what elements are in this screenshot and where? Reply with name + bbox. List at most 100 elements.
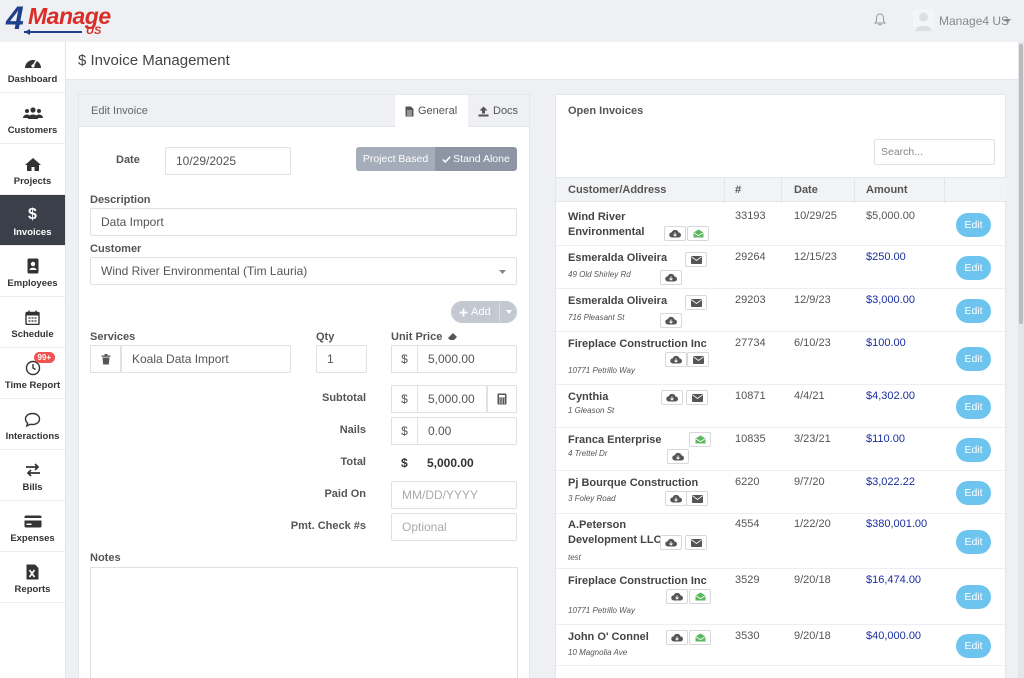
edit-invoice-button[interactable]: Edit xyxy=(956,530,991,554)
brand-logo[interactable]: 4 Manage US xyxy=(6,0,116,40)
sidebar-item-expenses[interactable]: Expenses xyxy=(0,501,65,552)
invoice-amount[interactable]: $100.00 xyxy=(866,337,906,349)
invoice-amount[interactable]: $250.00 xyxy=(866,251,906,263)
sidebar-item-interactions[interactable]: Interactions xyxy=(0,399,65,450)
email-icon[interactable] xyxy=(686,390,708,405)
page-scrollbar[interactable] xyxy=(1018,42,1024,678)
edit-invoice-title: Edit Invoice xyxy=(91,105,148,117)
sidebar-item-projects[interactable]: Projects xyxy=(0,144,65,195)
sidebar-item-time-report[interactable]: 99+ Time Report xyxy=(0,348,65,399)
email-sent-icon[interactable] xyxy=(687,226,709,241)
sidebar-item-invoices[interactable]: $ Invoices xyxy=(0,195,65,246)
search-input[interactable]: Search... xyxy=(874,139,995,165)
cloud-download-icon[interactable] xyxy=(665,491,687,506)
invoice-amount[interactable]: $380,001.00 xyxy=(866,518,927,530)
table-row[interactable]: Esmeralda Oliveira 716 Pleasant St 29203 12… xyxy=(556,289,1007,332)
table-row[interactable]: Wind River Environmental 33193 10/29/25 $5,… xyxy=(556,203,1007,246)
invoice-amount[interactable]: $3,000.00 xyxy=(866,294,915,306)
table-row[interactable]: Franca Enterprise 4 Trettel Dr 10835 3/23/2… xyxy=(556,428,1007,471)
scrollbar-thumb[interactable] xyxy=(1019,44,1023,324)
table-row[interactable]: Fireplace Construction Inc 10771 Petrillo… xyxy=(556,569,1007,625)
sidebar-item-reports[interactable]: Reports xyxy=(0,552,65,603)
table-row[interactable]: John O' Connel 10 Magnolia Ave 3530 9/20/18… xyxy=(556,625,1007,666)
email-sent-icon[interactable] xyxy=(689,630,711,645)
invoice-amount[interactable]: $3,022.22 xyxy=(866,476,915,488)
calculator-button[interactable] xyxy=(487,385,517,413)
customer-address: 716 Pleasant St xyxy=(568,313,625,322)
paid-on-field[interactable]: MM/DD/YYYY xyxy=(391,481,517,509)
sidebar-item-customers[interactable]: Customers xyxy=(0,93,65,144)
email-icon[interactable] xyxy=(685,535,707,550)
tab-docs[interactable]: Docs xyxy=(468,95,530,127)
edit-invoice-button[interactable]: Edit xyxy=(956,256,991,280)
sidebar-item-label: Bills xyxy=(22,482,43,493)
edit-invoice-button[interactable]: Edit xyxy=(956,634,991,658)
email-icon[interactable] xyxy=(686,491,708,506)
eraser-icon[interactable] xyxy=(447,332,458,341)
email-sent-icon[interactable] xyxy=(689,589,711,604)
delete-service-button[interactable] xyxy=(90,345,121,373)
sidebar-item-label: Dashboard xyxy=(7,74,58,85)
tab-docs-label: Docs xyxy=(493,105,519,117)
cloud-download-icon[interactable] xyxy=(660,313,682,328)
email-sent-icon[interactable] xyxy=(689,432,711,447)
invoice-amount[interactable]: $110.00 xyxy=(866,433,905,445)
service-field[interactable]: Koala Data Import xyxy=(121,345,291,373)
plus-icon xyxy=(459,308,468,316)
description-field[interactable]: Data Import xyxy=(90,208,517,236)
email-icon[interactable] xyxy=(685,252,707,267)
edit-invoice-button[interactable]: Edit xyxy=(956,438,991,462)
edit-invoice-button[interactable]: Edit xyxy=(956,213,991,237)
clock-icon: 99+ xyxy=(25,352,56,377)
table-row[interactable]: Fireplace Construction Inc 10771 Petrillo… xyxy=(556,332,1007,385)
add-dropdown-toggle[interactable] xyxy=(499,301,517,323)
cloud-download-icon[interactable] xyxy=(660,535,682,550)
stand-alone-button[interactable]: Stand Alone xyxy=(435,147,517,171)
check-number-field[interactable]: Optional xyxy=(391,513,517,541)
edit-invoice-button[interactable]: Edit xyxy=(956,481,991,505)
add-service-button[interactable]: Add xyxy=(451,301,517,323)
invoice-amount[interactable]: $16,474.00 xyxy=(866,574,921,586)
edit-invoice-button[interactable]: Edit xyxy=(956,395,991,419)
date-field[interactable]: 10/29/2025 xyxy=(165,147,291,175)
email-icon[interactable] xyxy=(687,352,709,367)
exchange-icon xyxy=(24,461,42,479)
nails-field[interactable]: 0.00 xyxy=(417,417,517,445)
cloud-download-icon[interactable] xyxy=(667,449,689,464)
cloud-download-icon[interactable] xyxy=(661,390,683,405)
cloud-download-icon[interactable] xyxy=(660,270,682,285)
user-avatar-icon[interactable] xyxy=(913,9,934,31)
cloud-download-icon[interactable] xyxy=(666,589,688,604)
column-header-amount[interactable]: Amount xyxy=(866,184,908,196)
chevron-down-icon[interactable] xyxy=(1004,19,1011,23)
customer-select[interactable]: Wind River Environmental (Tim Lauria) xyxy=(90,257,517,285)
unit-price-field[interactable]: 5,000.00 xyxy=(417,345,517,373)
sidebar-item-bills[interactable]: Bills xyxy=(0,450,65,501)
edit-invoice-button[interactable]: Edit xyxy=(956,585,991,609)
cloud-download-icon[interactable] xyxy=(666,630,688,645)
table-row[interactable]: Pj Bourque Construction 3 Foley Road 6220 9… xyxy=(556,471,1007,514)
sidebar-item-schedule[interactable]: Schedule xyxy=(0,297,65,348)
column-header-customer[interactable]: Customer/Address xyxy=(568,184,666,196)
customer-name: Wind River Environmental xyxy=(568,211,645,238)
table-row[interactable]: Esmeralda Oliveira 49 Old Shirley Rd 29264… xyxy=(556,246,1007,289)
edit-invoice-button[interactable]: Edit xyxy=(956,347,991,371)
qty-field[interactable]: 1 xyxy=(316,345,367,373)
tab-general[interactable]: General xyxy=(395,95,468,127)
table-row[interactable]: Cynthia 1 Gleason St 10871 4/4/21 $4,302.00 E… xyxy=(556,385,1007,428)
sidebar-item-dashboard[interactable]: Dashboard xyxy=(0,42,65,93)
bell-icon[interactable] xyxy=(874,13,886,26)
user-name[interactable]: Manage4 US xyxy=(939,14,1009,28)
cloud-download-icon[interactable] xyxy=(665,352,687,367)
sidebar-item-employees[interactable]: Employees xyxy=(0,246,65,297)
invoice-amount[interactable]: $4,302.00 xyxy=(866,390,915,402)
email-icon[interactable] xyxy=(685,295,707,310)
cloud-download-icon[interactable] xyxy=(664,226,686,241)
edit-invoice-button[interactable]: Edit xyxy=(956,299,991,323)
project-based-button[interactable]: Project Based xyxy=(356,147,435,171)
column-header-number[interactable]: # xyxy=(735,184,741,196)
column-header-date[interactable]: Date xyxy=(794,184,818,196)
table-row[interactable]: A.Peterson Development LLC test 4554 1/22/2… xyxy=(556,514,1007,569)
notes-textarea[interactable] xyxy=(90,567,518,678)
invoice-amount[interactable]: $40,000.00 xyxy=(866,630,921,642)
